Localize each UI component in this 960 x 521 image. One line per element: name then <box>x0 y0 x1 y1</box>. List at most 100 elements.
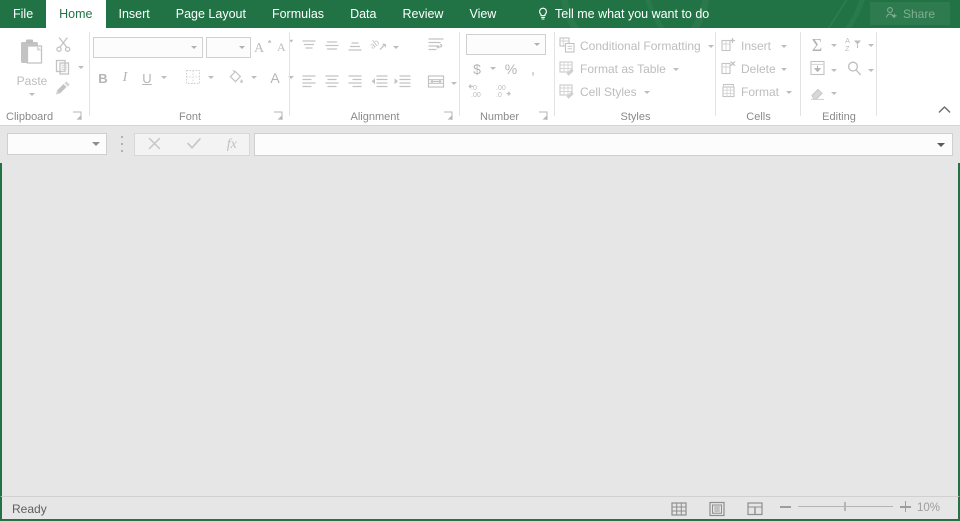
tab-review[interactable]: Review <box>389 0 456 28</box>
align-bottom-button[interactable] <box>344 38 366 57</box>
tab-page-layout[interactable]: Page Layout <box>163 0 259 28</box>
sort-filter-chevron-down-icon[interactable] <box>868 44 874 47</box>
increase-indent-button[interactable] <box>391 73 413 92</box>
clipboard-group-label: Clipboard <box>6 111 54 123</box>
increase-decimal-button[interactable]: .00.0 <box>494 82 520 102</box>
format-cells-label: Format <box>741 85 780 99</box>
format-as-table-button[interactable]: Format as Table <box>559 59 679 79</box>
borders-button[interactable] <box>182 68 204 88</box>
tab-data[interactable]: Data <box>337 0 389 28</box>
align-right-button[interactable] <box>344 73 366 92</box>
borders-chevron-down-icon[interactable] <box>208 76 214 79</box>
page-break-view-icon[interactable] <box>746 500 764 518</box>
merge-center-chevron-down-icon[interactable] <box>451 82 457 85</box>
enter-button[interactable] <box>186 136 202 154</box>
tab-view[interactable]: View <box>456 0 509 28</box>
chevron-down-icon <box>643 90 650 94</box>
zoom-in-button[interactable] <box>900 501 911 512</box>
autosum-chevron-down-icon[interactable] <box>831 44 837 47</box>
currency-icon: $ <box>473 61 481 77</box>
orientation-button[interactable]: ab <box>368 37 390 57</box>
conditional-formatting-icon <box>559 36 575 56</box>
align-left-button[interactable] <box>298 73 320 92</box>
fill-chevron-down-icon[interactable] <box>831 69 837 72</box>
conditional-formatting-button[interactable]: Conditional Formatting <box>559 36 714 56</box>
chevron-down-icon[interactable] <box>29 92 35 96</box>
align-middle-button[interactable] <box>321 38 343 57</box>
wrap-text-button[interactable] <box>424 36 448 58</box>
merge-center-button[interactable] <box>424 72 448 94</box>
insert-cells-button[interactable]: Insert <box>721 36 771 56</box>
number-format-input[interactable] <box>466 34 546 55</box>
delete-cells-button[interactable]: Delete <box>721 59 776 79</box>
accounting-format-button[interactable]: $ <box>468 59 486 79</box>
cut-button[interactable] <box>52 36 74 56</box>
clipboard-dialog-launcher[interactable] <box>72 111 83 122</box>
formula-bar: fx <box>0 127 960 163</box>
decrease-decimal-button[interactable]: .0.00 <box>466 82 492 102</box>
insert-function-button[interactable]: fx <box>227 137 237 153</box>
tell-me-search[interactable]: Tell me what you want to do <box>537 0 709 28</box>
normal-view-icon[interactable] <box>670 500 688 518</box>
comma-style-button[interactable]: , <box>524 59 542 79</box>
chevron-up-icon <box>938 103 951 115</box>
collapse-ribbon-button[interactable] <box>934 100 954 118</box>
chevron-down-icon <box>239 46 245 49</box>
fill-color-chevron-down-icon[interactable] <box>251 76 257 79</box>
clear-chevron-down-icon[interactable] <box>831 92 837 95</box>
tab-insert[interactable]: Insert <box>106 0 163 28</box>
percent-style-button[interactable]: % <box>502 59 520 79</box>
tab-home[interactable]: Home <box>46 0 106 28</box>
underline-button[interactable]: U <box>137 68 157 88</box>
zoom-level-label[interactable]: 10% <box>917 502 940 514</box>
cells-group-label: Cells <box>746 111 771 123</box>
number-dialog-launcher[interactable] <box>538 111 549 122</box>
sort-filter-button[interactable]: AZ <box>843 34 867 56</box>
align-center-button[interactable] <box>321 73 343 92</box>
editing-group-label: Editing <box>822 111 856 123</box>
tab-label: Data <box>350 7 377 21</box>
paste-button[interactable]: Paste <box>8 34 56 98</box>
zoom-track[interactable] <box>798 501 893 511</box>
clear-button[interactable] <box>806 84 828 104</box>
underline-chevron-down-icon[interactable] <box>161 76 167 79</box>
alignment-dialog-launcher[interactable] <box>443 111 454 122</box>
format-cells-button[interactable]: Format <box>721 82 793 102</box>
autosum-button[interactable]: Σ <box>806 34 828 56</box>
find-select-chevron-down-icon[interactable] <box>868 69 874 72</box>
bold-button[interactable]: B <box>93 68 113 88</box>
delete-chevron-down-icon[interactable] <box>781 68 787 71</box>
fill-color-button[interactable] <box>225 68 247 88</box>
font-color-button[interactable]: A <box>265 68 285 88</box>
format-painter-button[interactable] <box>52 80 74 100</box>
font-dialog-launcher[interactable] <box>273 111 284 122</box>
share-button[interactable]: Share <box>870 2 950 25</box>
find-select-button[interactable] <box>843 59 865 81</box>
tab-file[interactable]: File <box>0 0 46 28</box>
accounting-chevron-down-icon[interactable] <box>490 67 496 70</box>
copy-chevron-down-icon[interactable] <box>78 66 84 69</box>
sort-filter-icon: AZ <box>845 35 865 56</box>
orientation-chevron-down-icon[interactable] <box>393 46 399 49</box>
worksheet-area[interactable] <box>0 163 960 496</box>
expand-formula-bar-icon[interactable] <box>937 142 945 147</box>
name-box[interactable] <box>7 133 107 155</box>
page-layout-view-icon[interactable] <box>708 500 726 518</box>
zoom-handle[interactable] <box>844 501 846 511</box>
insert-chevron-down-icon[interactable] <box>781 45 787 48</box>
font-size-input[interactable] <box>206 37 251 58</box>
tab-formulas[interactable]: Formulas <box>259 0 337 28</box>
italic-button[interactable]: I <box>115 68 135 88</box>
decrease-indent-button[interactable] <box>368 73 390 92</box>
cancel-button[interactable] <box>147 136 162 154</box>
increase-font-size-button[interactable]: A <box>253 37 274 58</box>
formula-input[interactable] <box>254 133 953 156</box>
align-top-button[interactable] <box>298 38 320 57</box>
formula-bar-grip[interactable] <box>118 136 126 152</box>
font-name-input[interactable] <box>93 37 203 58</box>
cell-styles-button[interactable]: Cell Styles <box>559 82 650 102</box>
zoom-out-button[interactable] <box>780 501 791 512</box>
zoom-slider[interactable] <box>780 501 911 512</box>
copy-button[interactable] <box>52 58 74 78</box>
fill-button[interactable] <box>806 59 828 81</box>
